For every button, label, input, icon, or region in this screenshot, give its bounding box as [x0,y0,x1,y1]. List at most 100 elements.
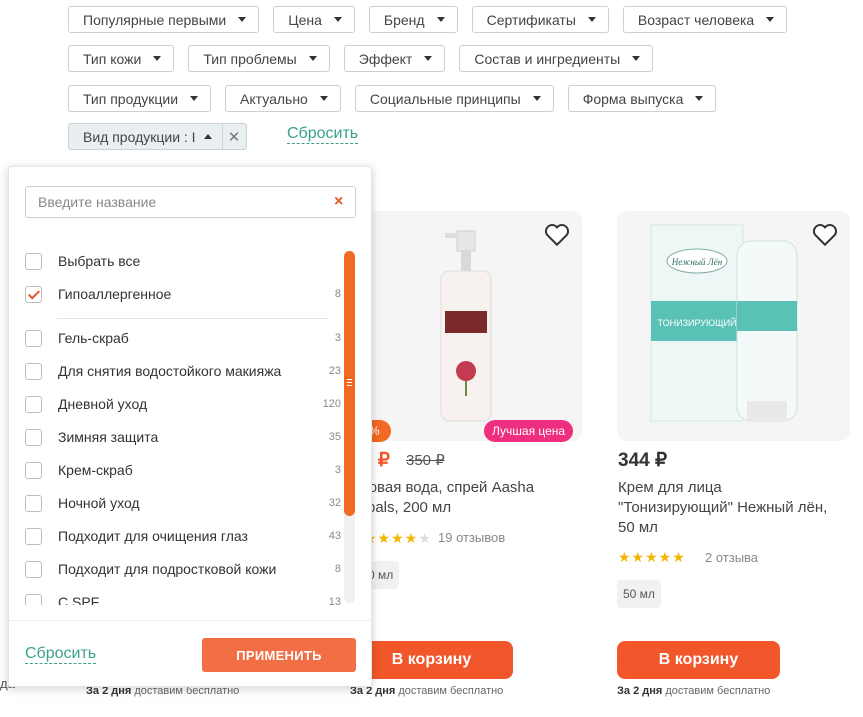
filter-form[interactable]: Форма выпуска [567,85,717,112]
panel-footer-divider [9,620,371,621]
product-old-price: 350 ₽ [406,452,445,469]
option-item[interactable]: Гипоаллергенное 8 [25,284,341,304]
product-image-1[interactable] [349,211,582,441]
filter-label: Тип проблемы [203,50,297,67]
delivery-info: За 2 дня доставим бесплатно [617,685,770,697]
favorite-heart-icon[interactable] [812,223,838,247]
filter-label: Социальные принципы [369,90,521,107]
option-item[interactable]: Подходит для очищения глаз 43 [25,526,341,546]
chevron-down-icon [587,17,596,22]
reviews-link[interactable]: 2 отзыва [705,550,758,565]
volume-option[interactable]: 50 мл [617,580,661,608]
product-title-line: 50 мл [618,519,658,536]
product-price: 344 ₽ [618,450,668,471]
panel-reset-link[interactable]: Сбросить [25,645,97,664]
option-item[interactable]: Для снятия водостойкого макияжа 23 [25,361,341,381]
filter-social[interactable]: Социальные принципы [354,85,554,112]
checkbox[interactable] [25,593,42,605]
chevron-down-icon [238,17,247,22]
product-image-2[interactable]: ТОНИЗИРУЮЩИЙ Нежный Лён [617,211,850,441]
option-label: Зимняя защита [58,429,159,445]
apply-button[interactable]: ПРИМЕНИТЬ [202,638,356,672]
chevron-down-icon [190,96,199,101]
option-count: 35 [328,431,341,443]
chevron-down-icon [424,56,433,61]
option-label: Гипоаллергенное [58,286,172,302]
option-item[interactable]: C SPF 13 [25,592,341,605]
filter-kind-active[interactable]: Вид продукции : I ✕ [68,123,247,150]
checkbox[interactable] [25,252,42,270]
scrollbar-thumb[interactable] [344,251,355,516]
chevron-down-icon [153,56,162,61]
filter-label: Возраст человека [637,11,755,28]
checkbox[interactable] [25,461,42,479]
favorite-heart-icon[interactable] [544,223,570,247]
chevron-down-icon [695,96,704,101]
checkbox[interactable] [25,527,42,545]
filter-effect[interactable]: Эффект [343,45,446,72]
filter-label: Бренд [383,11,425,28]
delivery-text: доставим бесплатно [662,685,771,697]
option-item[interactable]: Дневной уход 120 [25,394,341,414]
filter-row-1: Популярные первыми Цена Бренд Сертификат… [68,6,788,33]
product-title[interactable]: зовая вода, спрей Aasha rbals, 200 мл [362,478,534,518]
filter-label: Тип продукции [83,90,179,107]
close-icon[interactable]: ✕ [221,124,246,149]
filter-skin-type[interactable]: Тип кожи [68,45,175,72]
option-select-all[interactable]: Выбрать все [25,251,341,271]
checkbox[interactable] [25,329,42,347]
delivery-text: доставим бесплатно [395,685,504,697]
option-item[interactable]: Подходит для подростковой кожи 8 [25,559,341,579]
reviews-link[interactable]: 19 отзывов [438,530,505,545]
filter-row-2: Тип кожи Тип проблемы Эффект Состав и ин… [68,45,654,72]
filter-sort[interactable]: Популярные первыми [68,6,260,33]
chevron-down-icon [319,96,328,101]
filter-ingredients[interactable]: Состав и ингредиенты [459,45,654,72]
filter-label: Актуально [240,90,308,107]
chevron-up-icon [203,134,212,139]
filter-row-4: Вид продукции : I ✕ [68,123,247,150]
option-item[interactable]: Крем-скраб 3 [25,460,341,480]
option-count: 8 [334,563,341,575]
package-brand: Нежный Лён [671,257,723,267]
checkbox[interactable] [25,428,42,446]
filter-product-type[interactable]: Тип продукции [68,85,212,112]
option-label: Выбрать все [58,253,141,269]
filter-price[interactable]: Цена [273,6,355,33]
add-to-cart-button[interactable]: В корзину [617,641,780,679]
filter-certificates[interactable]: Сертификаты [471,6,609,33]
checkbox[interactable] [25,395,42,413]
option-count: 3 [334,464,341,476]
product-title[interactable]: Крем для лица "Тонизирующий" Нежный лён,… [618,478,827,538]
chevron-down-icon [532,96,541,101]
option-label: C SPF [58,594,100,605]
chevron-down-icon [766,17,775,22]
filter-age[interactable]: Возраст человека [622,6,788,33]
add-to-cart-button[interactable]: В корзину [350,641,513,679]
filter-actual[interactable]: Актуально [225,85,341,112]
option-search-input[interactable] [25,186,356,218]
filter-problem-type[interactable]: Тип проблемы [188,45,330,72]
option-count: 32 [328,497,341,509]
product-title-line: Крем для лица [618,479,722,496]
filter-label: Форма выпуска [582,90,684,107]
clear-search-icon[interactable]: × [334,194,343,210]
option-item[interactable]: Зимняя защита 35 [25,427,341,447]
chevron-down-icon [436,17,445,22]
option-item[interactable]: Гель-скраб 3 [25,328,341,348]
product-title-line: rbals, 200 мл [362,499,452,516]
filter-brand[interactable]: Бренд [368,6,458,33]
option-label: Крем-скраб [58,462,133,478]
option-count: 8 [334,288,341,300]
checkbox[interactable] [25,362,42,380]
option-item[interactable]: Ночной уход 32 [25,493,341,513]
delivery-days: За 2 дня [617,685,663,697]
checkbox[interactable] [25,494,42,512]
reset-filters-link[interactable]: Сбросить [287,125,359,144]
checkbox[interactable] [25,560,42,578]
checkbox-checked[interactable] [25,285,42,303]
product-title-line: "Тонизирующий" Нежный лён, [618,499,828,516]
options-scrollbar[interactable] [344,251,355,603]
option-label: Гель-скраб [58,330,129,346]
option-count: 43 [328,530,341,542]
